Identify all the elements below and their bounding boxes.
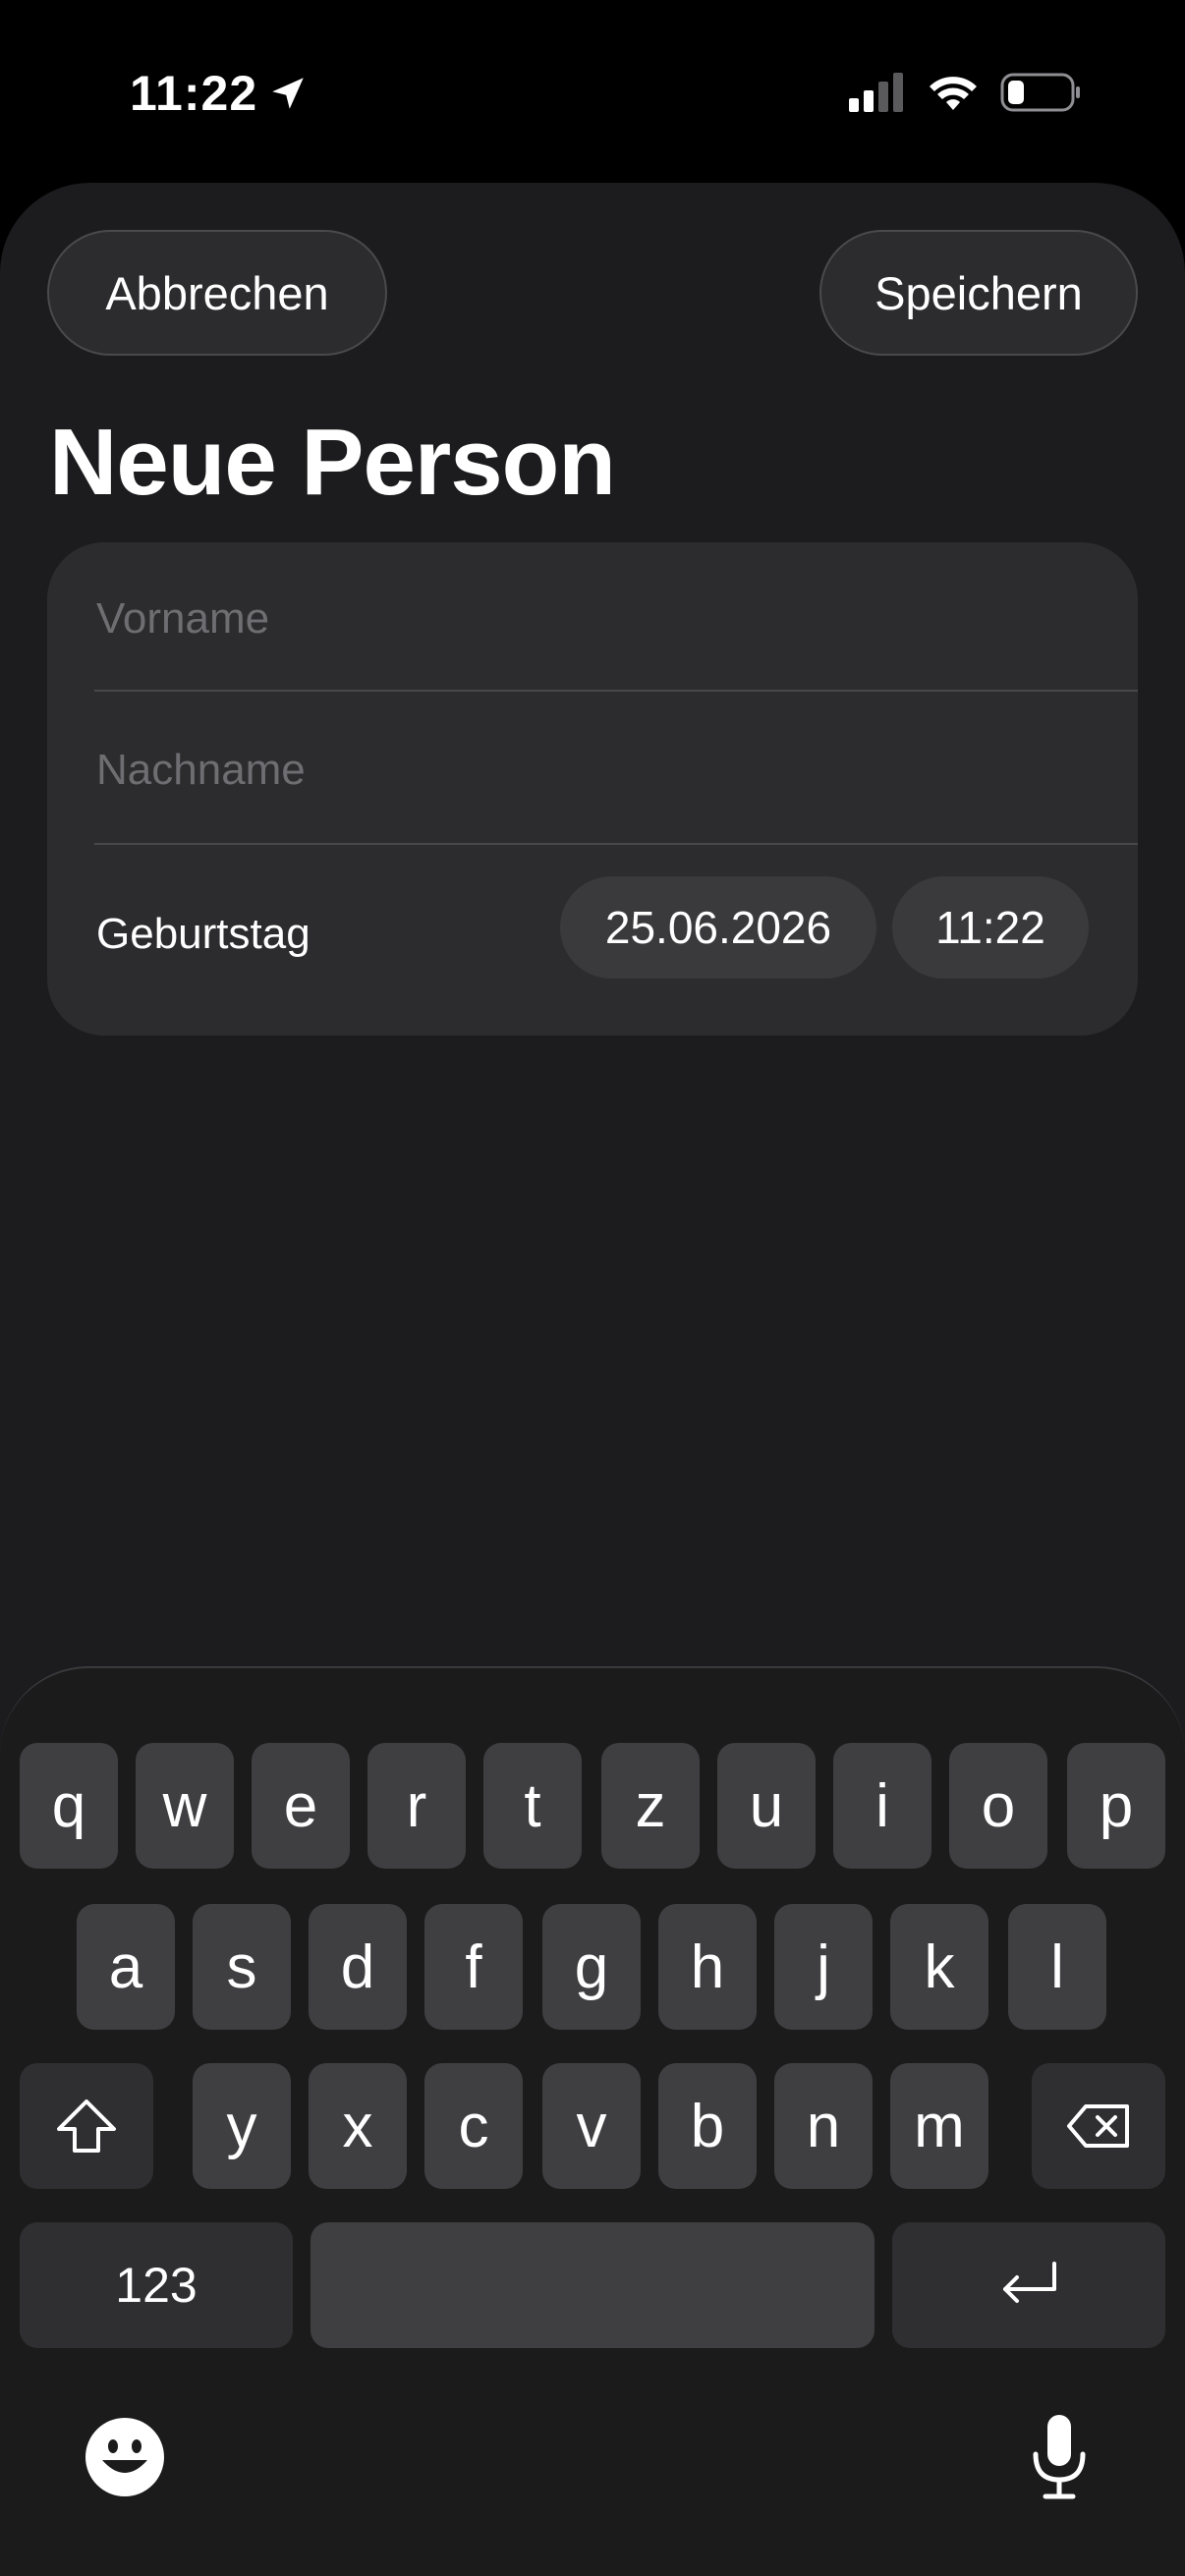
key-label: n: [806, 2092, 841, 2160]
battery-icon: [1000, 73, 1080, 112]
key-label: s: [226, 1932, 257, 2001]
key-label: x: [342, 2092, 373, 2160]
save-button[interactable]: Speichern: [819, 230, 1138, 356]
key-n[interactable]: n: [774, 2063, 873, 2189]
key-label: v: [576, 2092, 607, 2160]
key-label: q: [51, 1771, 86, 1840]
birthday-date-value: 25.06.2026: [604, 902, 832, 953]
first-name-placeholder: Vorname: [96, 594, 270, 643]
divider: [94, 843, 1138, 845]
cellular-signal-icon: [849, 73, 903, 112]
return-key[interactable]: [892, 2222, 1165, 2348]
key-h[interactable]: h: [658, 1904, 757, 2030]
cancel-button-label: Abbrechen: [105, 266, 329, 319]
key-label: j: [817, 1932, 830, 2001]
key-f[interactable]: f: [424, 1904, 523, 2030]
shift-key[interactable]: [20, 2063, 153, 2189]
key-j[interactable]: j: [774, 1904, 873, 2030]
key-i[interactable]: i: [833, 1743, 931, 1869]
keyboard: q w e r t z u i o p a s d f g h j k l y …: [0, 1666, 1185, 2576]
space-key[interactable]: [310, 2222, 875, 2348]
key-label: u: [749, 1771, 784, 1840]
key-label: z: [635, 1771, 666, 1840]
last-name-field[interactable]: Nachname: [96, 731, 1091, 810]
key-c[interactable]: c: [424, 2063, 523, 2189]
key-label: d: [340, 1932, 375, 2001]
key-label: m: [914, 2092, 965, 2160]
key-w[interactable]: w: [136, 1743, 234, 1869]
key-l[interactable]: l: [1008, 1904, 1106, 2030]
key-label: g: [574, 1932, 609, 2001]
key-a[interactable]: a: [77, 1904, 175, 2030]
key-y[interactable]: y: [193, 2063, 291, 2189]
key-z[interactable]: z: [601, 1743, 700, 1869]
location-arrow-icon: [272, 78, 304, 109]
status-bar: 11:22: [0, 0, 1185, 187]
page-title: Neue Person: [49, 410, 616, 515]
divider: [94, 690, 1138, 692]
status-icons: [849, 73, 1081, 112]
delete-icon: [1067, 2104, 1129, 2148]
first-name-field[interactable]: Vorname: [96, 580, 1091, 658]
key-label: t: [524, 1771, 541, 1840]
key-label: k: [924, 1932, 955, 2001]
key-o[interactable]: o: [949, 1743, 1047, 1869]
key-e[interactable]: e: [252, 1743, 350, 1869]
last-name-placeholder: Nachname: [96, 746, 306, 794]
key-label: r: [406, 1771, 427, 1840]
key-u[interactable]: u: [717, 1743, 816, 1869]
key-r[interactable]: r: [367, 1743, 466, 1869]
status-time-text: 11:22: [130, 66, 258, 121]
key-k[interactable]: k: [890, 1904, 988, 2030]
key-q[interactable]: q: [20, 1743, 118, 1869]
key-b[interactable]: b: [658, 2063, 757, 2189]
key-s[interactable]: s: [193, 1904, 291, 2030]
key-label: c: [458, 2092, 489, 2160]
microphone-icon[interactable]: [1028, 2411, 1091, 2501]
key-label: o: [981, 1771, 1016, 1840]
key-m[interactable]: m: [890, 2063, 988, 2189]
key-label: l: [1050, 1932, 1064, 2001]
key-label: a: [108, 1932, 143, 2001]
key-v[interactable]: v: [542, 2063, 641, 2189]
key-label: e: [283, 1771, 318, 1840]
cancel-button[interactable]: Abbrechen: [47, 230, 387, 356]
birthday-time-value: 11:22: [935, 902, 1045, 953]
wifi-icon: [930, 77, 977, 110]
shift-icon: [57, 2100, 116, 2153]
key-label: b: [690, 2092, 725, 2160]
key-label: i: [875, 1771, 889, 1840]
key-label: p: [1099, 1771, 1134, 1840]
key-g[interactable]: g: [542, 1904, 641, 2030]
numbers-key[interactable]: 123: [20, 2222, 293, 2348]
key-p[interactable]: p: [1067, 1743, 1165, 1869]
delete-key[interactable]: [1032, 2063, 1165, 2189]
key-label: w: [162, 1771, 207, 1840]
key-x[interactable]: x: [309, 2063, 407, 2189]
key-t[interactable]: t: [483, 1743, 582, 1869]
key-label: y: [226, 2092, 257, 2160]
key-label: f: [465, 1932, 482, 2001]
return-icon: [1003, 2262, 1056, 2303]
emoji-icon[interactable]: [85, 2417, 165, 2497]
key-label: h: [690, 1932, 725, 2001]
birthday-time-picker[interactable]: 11:22: [892, 876, 1089, 979]
person-form: Vorname Nachname Geburtstag 25.06.2026 1…: [47, 542, 1138, 1036]
save-button-label: Speichern: [875, 266, 1083, 319]
status-time: 11:22: [130, 65, 309, 122]
birthday-date-picker[interactable]: 25.06.2026: [560, 876, 876, 979]
key-d[interactable]: d: [309, 1904, 407, 2030]
numbers-key-label: 123: [115, 2258, 198, 2313]
birthday-label: Geburtstag: [96, 910, 310, 958]
